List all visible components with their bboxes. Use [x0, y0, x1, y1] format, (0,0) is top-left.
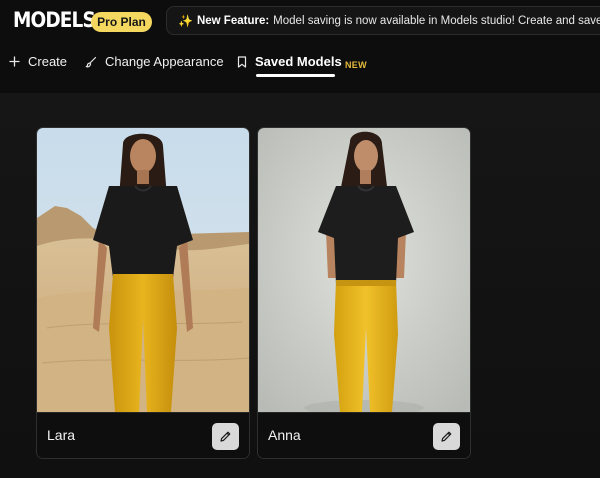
model-card[interactable]: Anna	[257, 127, 471, 459]
model-photo-lara[interactable]	[37, 128, 249, 412]
nav-create-label: Create	[28, 54, 68, 69]
model-name: Anna	[268, 427, 301, 443]
main-nav: Create Change Appearance Saved Models NE…	[0, 46, 600, 80]
pencil-icon	[441, 431, 452, 442]
model-name: Lara	[47, 427, 76, 443]
nav-saved-models-label: Saved Models	[255, 54, 342, 69]
announcement-title: New Feature:	[196, 14, 270, 27]
model-card[interactable]: Lara	[36, 127, 250, 459]
model-card-footer: Lara	[37, 412, 249, 458]
nav-create[interactable]: Create	[9, 54, 67, 69]
announcement-message: Model saving is now available in Models …	[273, 14, 600, 27]
plus-icon	[9, 56, 20, 67]
top-bar: MODELS Pro Plan ✨ New Feature: Model sav…	[0, 0, 600, 42]
model-photo-anna[interactable]	[258, 128, 470, 416]
nav-change-appearance-label: Change Appearance	[105, 54, 224, 69]
nav-saved-models[interactable]: Saved Models	[237, 54, 342, 69]
brush-icon	[85, 56, 97, 68]
model-card-footer: Anna	[258, 412, 470, 458]
edit-model-button[interactable]	[433, 423, 460, 450]
logo[interactable]: MODELS	[13, 8, 96, 32]
edit-model-button[interactable]	[212, 423, 239, 450]
plan-badge[interactable]: Pro Plan	[91, 12, 152, 32]
new-tag: NEW	[345, 60, 367, 70]
bookmark-icon	[237, 55, 247, 68]
announcement-banner[interactable]: ✨ New Feature: Model saving is now avail…	[166, 6, 600, 35]
pencil-icon	[220, 431, 231, 442]
sparkles-icon: ✨	[178, 13, 193, 28]
active-tab-indicator	[256, 74, 335, 77]
nav-change-appearance[interactable]: Change Appearance	[85, 54, 224, 69]
saved-models-panel: Lara Anna	[0, 93, 600, 478]
